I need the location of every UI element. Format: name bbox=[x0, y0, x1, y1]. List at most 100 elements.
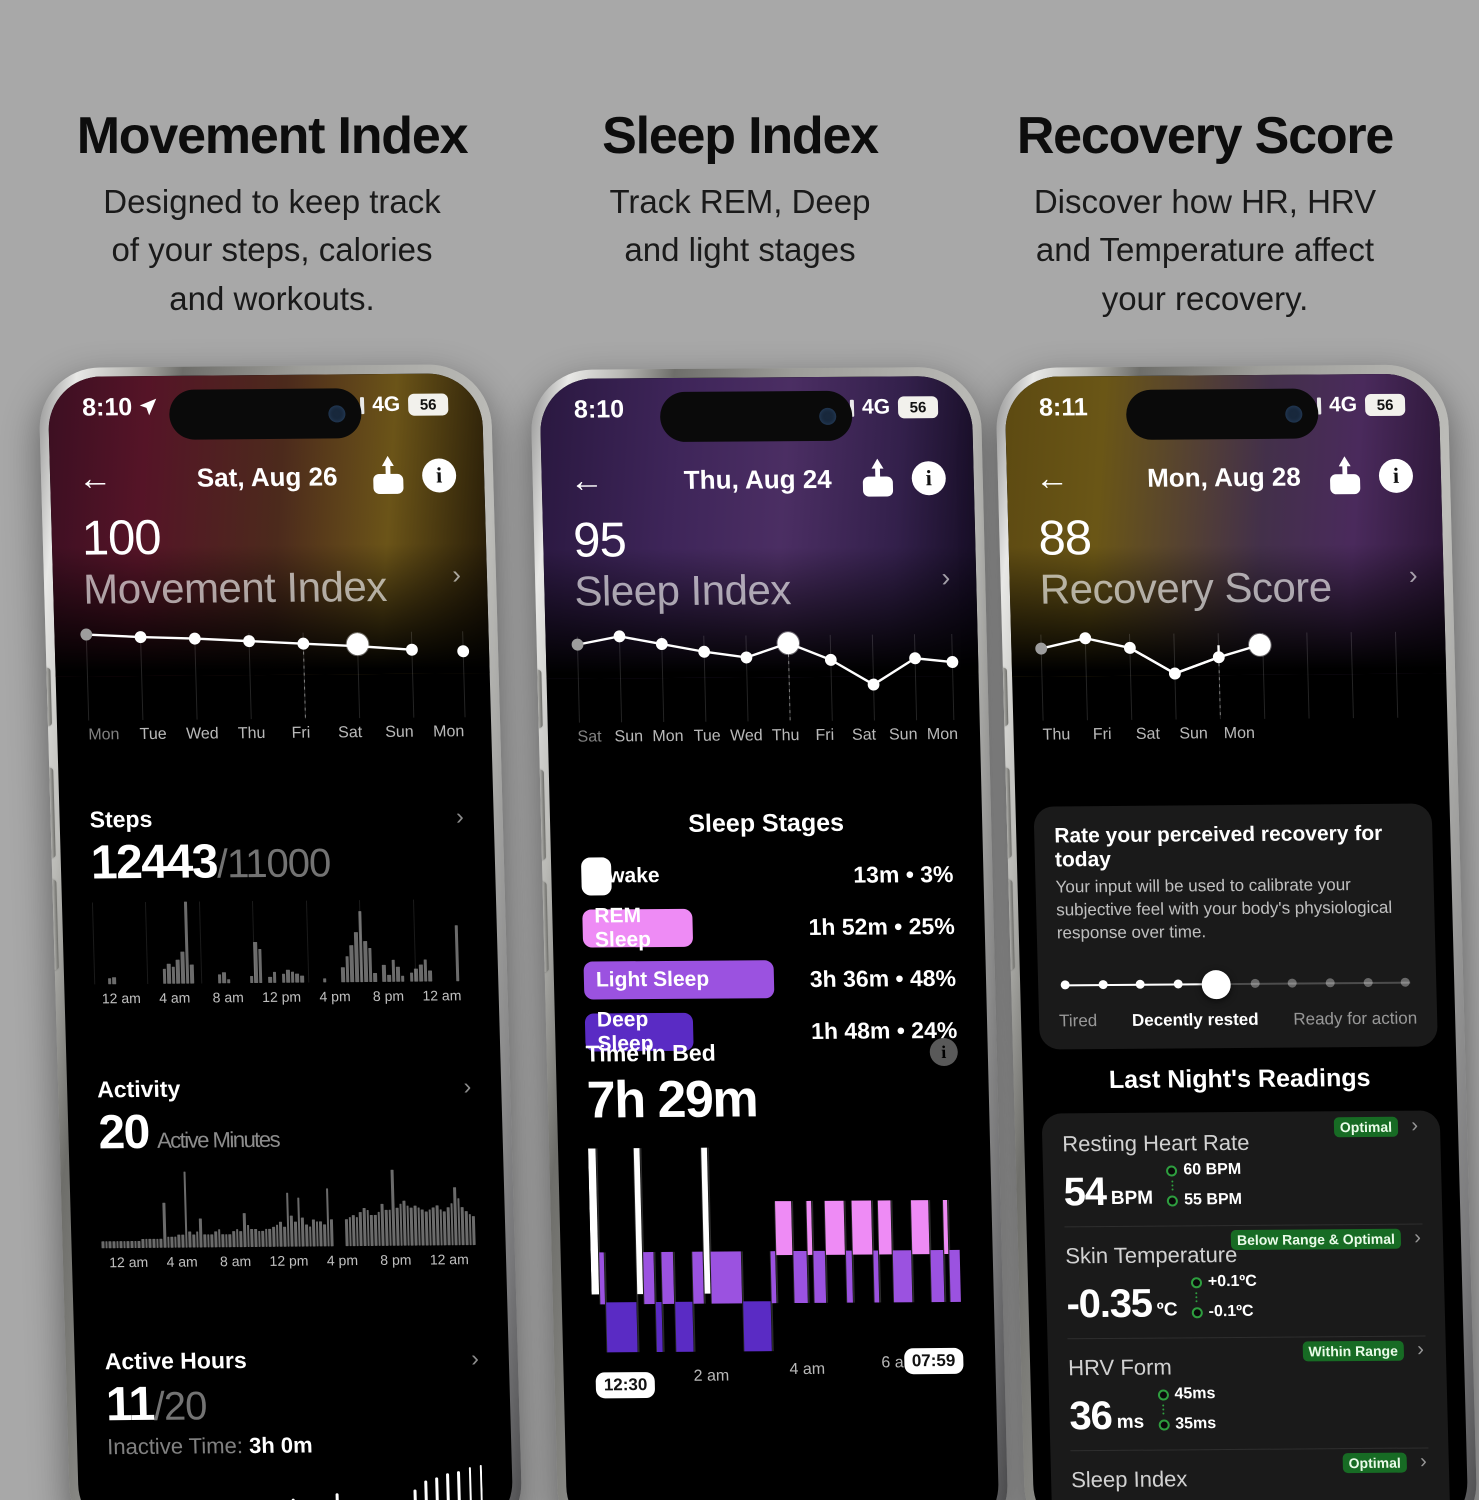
chart-bar bbox=[253, 942, 259, 984]
range-dot-icon bbox=[1167, 1194, 1179, 1207]
phone-volume-down-button[interactable] bbox=[1005, 879, 1015, 970]
slider-tick[interactable] bbox=[1173, 979, 1183, 989]
info-icon[interactable]: i bbox=[421, 458, 457, 493]
slider-tick[interactable] bbox=[1098, 979, 1108, 989]
chart-bar bbox=[123, 1241, 127, 1249]
chart-bar bbox=[210, 1233, 214, 1248]
hero-score-block[interactable]: 95 Sleep Index bbox=[572, 513, 792, 615]
slider-labels: Tired Decently rested Ready for action bbox=[1059, 1008, 1418, 1031]
trend-chart-sleep[interactable]: Sat Sun Mon Tue Wed Thu Fri Sat Sun Mon bbox=[567, 612, 963, 761]
chevron-right-icon[interactable]: › bbox=[463, 1073, 471, 1100]
trend-day-label: Sat bbox=[577, 728, 602, 746]
reading-row-skin-temperature[interactable]: Below Range & Optimal › Skin Temperature… bbox=[1064, 1223, 1426, 1339]
recovery-slider[interactable] bbox=[1058, 960, 1417, 1009]
share-icon[interactable] bbox=[370, 458, 407, 495]
chart-bar bbox=[341, 967, 346, 983]
phone-volume-up-button[interactable] bbox=[46, 767, 56, 858]
phone-side-button[interactable] bbox=[999, 667, 1009, 726]
back-arrow-icon[interactable]: ← bbox=[1034, 459, 1069, 497]
trend-day-label: Sat bbox=[1135, 725, 1161, 743]
chart-bar bbox=[137, 1241, 141, 1248]
chevron-right-icon[interactable]: › bbox=[471, 1345, 479, 1372]
back-arrow-icon[interactable]: ← bbox=[569, 461, 604, 499]
chart-bar bbox=[188, 1231, 192, 1248]
stage-row-awake[interactable]: Awake 13m • 3% bbox=[580, 855, 954, 896]
section-header: Activity › bbox=[97, 1073, 472, 1103]
chart-bar bbox=[119, 1241, 123, 1249]
chart-bar bbox=[395, 1207, 400, 1246]
stage-row-light[interactable]: Light Sleep 3h 36m • 48% bbox=[583, 959, 956, 1000]
section-readings: Last Night's Readings Optimal › Resting … bbox=[1022, 1063, 1468, 1500]
chart-bar bbox=[300, 975, 304, 983]
chevron-right-icon[interactable]: › bbox=[941, 562, 950, 593]
info-icon[interactable]: i bbox=[1378, 458, 1414, 493]
axis-label: 12 am bbox=[422, 987, 462, 1004]
phone-volume-down-button[interactable] bbox=[49, 879, 59, 970]
chart-bar bbox=[424, 1211, 429, 1246]
chevron-right-icon[interactable]: › bbox=[1414, 1227, 1421, 1250]
chart-bar bbox=[373, 972, 378, 982]
stage-pill: Light Sleep bbox=[583, 960, 775, 1000]
chevron-right-icon[interactable]: › bbox=[1417, 1339, 1424, 1362]
stage-row-rem[interactable]: REM Sleep 1h 52m • 25% bbox=[582, 904, 955, 951]
section-steps[interactable]: Steps › 12443/11000 12 am 4 am 8 am 12 p… bbox=[59, 803, 499, 1007]
phone-side-button[interactable] bbox=[534, 669, 543, 728]
chart-bar bbox=[166, 963, 172, 984]
phone-volume-up-button[interactable] bbox=[1002, 767, 1012, 858]
trend-chart-movement[interactable]: Mon Tue Wed Thu Fri Sat Sun Mon bbox=[76, 609, 474, 758]
slider-knob[interactable] bbox=[1200, 969, 1231, 1000]
slider-tick[interactable] bbox=[1288, 978, 1298, 988]
range-connector-icon bbox=[1191, 1292, 1202, 1303]
hypnogram-chart[interactable] bbox=[588, 1142, 965, 1357]
trend-line-svg bbox=[1035, 631, 1399, 721]
hero-score-block[interactable]: 88 Recovery Score bbox=[1038, 511, 1332, 613]
slider-tick[interactable] bbox=[1400, 977, 1411, 987]
activity-axis-labels: 12 am 4 am 8 am 12 pm 4 pm 8 pm 12 am bbox=[102, 1251, 477, 1270]
chart-bar bbox=[217, 974, 222, 984]
chart-bar bbox=[418, 964, 423, 982]
chevron-right-icon[interactable]: › bbox=[1420, 1450, 1427, 1473]
chevron-right-icon[interactable]: › bbox=[452, 559, 462, 590]
range-high: 45ms bbox=[1174, 1385, 1216, 1403]
trend-day-label: Mon bbox=[926, 725, 959, 744]
chevron-right-icon[interactable]: › bbox=[1411, 1115, 1418, 1138]
slider-tick[interactable] bbox=[1325, 978, 1335, 988]
chart-bar bbox=[323, 1224, 327, 1247]
headline-subtitle: Designed to keep track of your steps, ca… bbox=[103, 183, 441, 317]
chart-bar bbox=[413, 1489, 418, 1500]
info-icon[interactable]: i bbox=[929, 1037, 959, 1067]
hero-score-block[interactable]: 100 Movement Index bbox=[81, 511, 387, 614]
reading-row-sleep-index[interactable]: Optimal › Sleep Index 86 bbox=[1070, 1447, 1432, 1500]
trend-chart-recovery[interactable]: Thu Fri Sat Sun Mon bbox=[1030, 610, 1428, 759]
range-high: +0.1ºC bbox=[1207, 1272, 1258, 1291]
headline-subtitle: Discover how HR, HRV and Temperature aff… bbox=[1033, 183, 1377, 317]
share-icon[interactable] bbox=[859, 460, 896, 497]
chart-bar bbox=[382, 965, 387, 982]
chart-bar bbox=[107, 978, 112, 985]
chart-bar bbox=[272, 971, 277, 983]
share-icon[interactable] bbox=[1326, 458, 1363, 495]
chevron-right-icon[interactable]: › bbox=[1408, 560, 1417, 591]
info-icon[interactable]: i bbox=[911, 461, 947, 496]
phone-side-button[interactable] bbox=[43, 667, 52, 726]
chart-bar bbox=[414, 968, 419, 982]
back-arrow-icon[interactable]: ← bbox=[78, 459, 113, 497]
phone-volume-down-button[interactable] bbox=[539, 881, 549, 972]
slider-tick[interactable] bbox=[1250, 978, 1260, 988]
section-active-hours[interactable]: Active Hours › 11/20 Inactive Time: 3h 0… bbox=[74, 1345, 513, 1500]
reading-row-resting-heart-rate[interactable]: Optimal › Resting Heart Rate 54 BPM 60 B… bbox=[1062, 1113, 1423, 1227]
rating-card[interactable]: Rate your perceived recovery for today Y… bbox=[1033, 803, 1438, 1050]
chevron-right-icon[interactable]: › bbox=[456, 803, 464, 830]
trend-day-label: Sun bbox=[384, 723, 414, 741]
reading-row-hrv-form[interactable]: Within Range › HRV Form 36 ms 45ms 35ms bbox=[1067, 1335, 1429, 1451]
hypnogram-end-time: 07:59 bbox=[903, 1347, 964, 1375]
front-camera-icon bbox=[819, 407, 837, 425]
section-activity[interactable]: Activity › 20 Active Minutes 12 am 4 am 8… bbox=[67, 1073, 506, 1271]
phone-volume-up-button[interactable] bbox=[536, 769, 546, 860]
time-in-bed-value: 7h 29m bbox=[586, 1070, 758, 1130]
slider-tick[interactable] bbox=[1060, 980, 1070, 990]
slider-tick[interactable] bbox=[1363, 977, 1373, 987]
hero-score-value: 95 bbox=[572, 513, 627, 568]
chart-bar bbox=[203, 1234, 207, 1248]
slider-tick[interactable] bbox=[1135, 979, 1146, 989]
